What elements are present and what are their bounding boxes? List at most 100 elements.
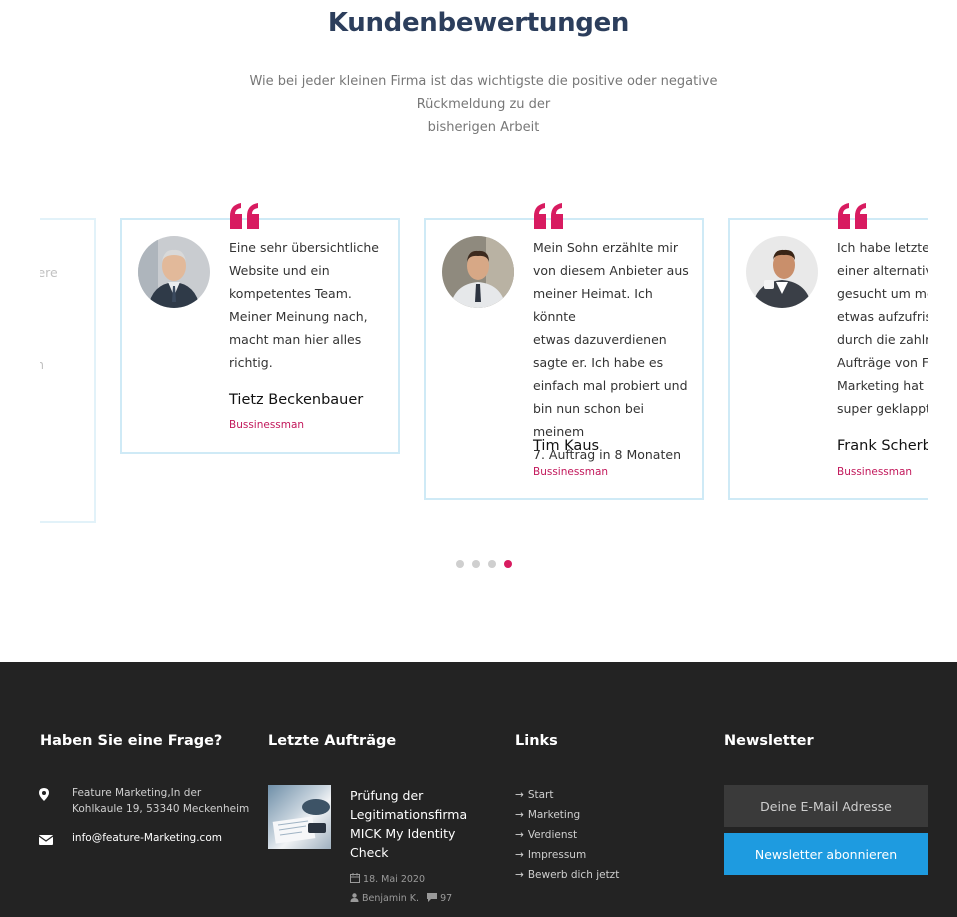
- job-author-meta: Benjamin K. 97: [350, 893, 452, 904]
- text-line: einfach mal probiert und: [533, 378, 688, 393]
- job-date: 18. Mai 2020: [350, 873, 425, 885]
- section-subtitle: Wie bei jeder kleinen Firma ist das wich…: [210, 70, 757, 139]
- testimonial-card: Eine sehr übersichtliche Website und ein…: [120, 203, 400, 454]
- link-label: Verdienst: [527, 829, 578, 841]
- text-line: einer alternativ: [837, 263, 928, 278]
- author-name: Tietz Beckenbauer: [229, 392, 364, 408]
- quote-icon: [230, 203, 259, 229]
- ghost-card-text: ehrere che sten ben ner: [40, 261, 87, 422]
- carousel-dot-active[interactable]: [504, 560, 512, 568]
- job-thumbnail[interactable]: [268, 785, 331, 849]
- calendar-icon: [350, 873, 360, 883]
- address-line-1: Feature Marketing,In der: [72, 787, 202, 799]
- quote-icon: [838, 203, 867, 229]
- comment-icon: [427, 893, 438, 902]
- text-line: Eine sehr übersichtliche: [229, 240, 379, 255]
- job-author[interactable]: Benjamin K.: [362, 893, 419, 904]
- ghost-line: che: [40, 284, 87, 307]
- footer-link-verdienst[interactable]: → Verdienst: [515, 827, 619, 847]
- newsletter-title: Newsletter: [724, 733, 814, 749]
- text-line: Aufträge von Fe: [837, 355, 928, 370]
- text-line: sagte er. Ich habe es: [533, 355, 664, 370]
- testimonial-carousel[interactable]: ehrere che sten ben ner E: [40, 190, 928, 540]
- contact-title: Haben Sie eine Frage?: [40, 733, 223, 749]
- ghost-line: sten: [40, 357, 45, 372]
- testimonial-text: Eine sehr übersichtliche Website und ein…: [229, 236, 389, 374]
- address-line-2: Kohlkaule 19, 53340 Meckenheim: [72, 803, 250, 815]
- ghost-line: [40, 330, 87, 353]
- text-line: Mein Sohn erzählte mir: [533, 240, 679, 255]
- footer-link-impressum[interactable]: → Impressum: [515, 847, 619, 867]
- ghost-line: ner: [40, 399, 87, 422]
- newsletter-email-input[interactable]: [724, 785, 928, 827]
- subtitle-line-2: bisherigen Arbeit: [427, 120, 540, 135]
- text-line: Marketing hat e: [837, 378, 928, 393]
- footer-link-start[interactable]: → Start: [515, 787, 619, 807]
- text-line: von diesem Anbieter aus: [533, 263, 689, 278]
- links-title: Links: [515, 733, 558, 749]
- job-title-line: Legitimationsfirma: [350, 807, 468, 822]
- job-title-line: Check: [350, 845, 389, 860]
- carousel-dot[interactable]: [472, 560, 480, 568]
- text-line: meiner Heimat. Ich könnte: [533, 286, 653, 324]
- contact-email[interactable]: info@feature-Marketing.com: [72, 830, 222, 846]
- subtitle-line-1: Wie bei jeder kleinen Firma ist das wich…: [249, 74, 718, 112]
- arrow-right-icon: →: [515, 849, 524, 861]
- avatar: [442, 236, 514, 308]
- job-title-line: MICK My Identity: [350, 826, 456, 841]
- author-role: Bussinessman: [533, 466, 609, 478]
- text-line: Website und ein: [229, 263, 330, 278]
- text-line: Meiner Meinung nach,: [229, 309, 368, 324]
- testimonial-card: Mein Sohn erzählte mir von diesem Anbiet…: [424, 203, 704, 500]
- author-name: Frank Scherbe: [837, 438, 928, 454]
- testimonial-card: Ich habe letztes einer alternativ gesuch…: [728, 203, 928, 500]
- arrow-right-icon: →: [515, 869, 524, 881]
- text-line: bin nun schon bei meinem: [533, 401, 644, 439]
- text-line: gesucht um mei: [837, 286, 928, 301]
- text-line: richtig.: [229, 355, 273, 370]
- ghost-line: ehrere: [40, 265, 58, 280]
- ghost-line: [40, 307, 87, 330]
- text-line: macht man hier alles: [229, 332, 362, 347]
- carousel-pagination: [456, 560, 512, 568]
- testimonial-card-previous: ehrere che sten ben ner: [40, 218, 96, 523]
- link-label: Impressum: [527, 849, 587, 861]
- job-date-text: 18. Mai 2020: [363, 874, 426, 885]
- text-line: etwas aufzufris: [837, 309, 928, 324]
- footer-links: → Start → Marketing → Verdienst → Impressum …: [515, 787, 619, 887]
- footer-link-marketing[interactable]: → Marketing: [515, 807, 619, 827]
- envelope-icon: [39, 835, 53, 845]
- contact-address: Feature Marketing,In der Kohlkaule 19, 5…: [72, 785, 249, 817]
- carousel-dot[interactable]: [488, 560, 496, 568]
- text-line: durch die zahlre: [837, 332, 928, 347]
- jobs-title: Letzte Aufträge: [268, 733, 397, 749]
- newsletter-subscribe-button[interactable]: Newsletter abonnieren: [724, 833, 928, 875]
- footer-link-bewerb[interactable]: → Bewerb dich jetzt: [515, 867, 619, 887]
- footer: Haben Sie eine Frage? Feature Marketing,…: [0, 662, 957, 917]
- link-label: Bewerb dich jetzt: [527, 869, 620, 881]
- author-name: Tim Kaus: [533, 438, 600, 454]
- job-title-line: Prüfung der: [350, 788, 424, 803]
- author-role: Bussinessman: [229, 419, 305, 431]
- text-line: super geklappt: [837, 401, 928, 416]
- location-pin-icon: [39, 788, 49, 801]
- testimonial-text: Mein Sohn erzählte mir von diesem Anbiet…: [533, 236, 693, 466]
- text-line: etwas dazuverdienen: [533, 332, 667, 347]
- user-icon: [350, 893, 359, 902]
- section-title: Kundenbewertungen: [327, 8, 630, 38]
- carousel-dot[interactable]: [456, 560, 464, 568]
- text-line: kompetentes Team.: [229, 286, 352, 301]
- job-comment-count[interactable]: 97: [440, 893, 452, 904]
- job-title-link[interactable]: Prüfung der Legitimationsfirma MICK My I…: [350, 786, 490, 862]
- arrow-right-icon: →: [515, 829, 524, 841]
- testimonial-text: Ich habe letztes einer alternativ gesuch…: [837, 236, 928, 420]
- link-label: Start: [527, 789, 554, 801]
- arrow-right-icon: →: [515, 809, 524, 821]
- ghost-line: ben: [40, 376, 87, 399]
- author-role: Bussinessman: [837, 466, 913, 478]
- text-line: Ich habe letztes: [837, 240, 928, 255]
- arrow-right-icon: →: [515, 789, 524, 801]
- avatar: [746, 236, 818, 308]
- quote-icon: [534, 203, 563, 229]
- link-label: Marketing: [527, 809, 581, 821]
